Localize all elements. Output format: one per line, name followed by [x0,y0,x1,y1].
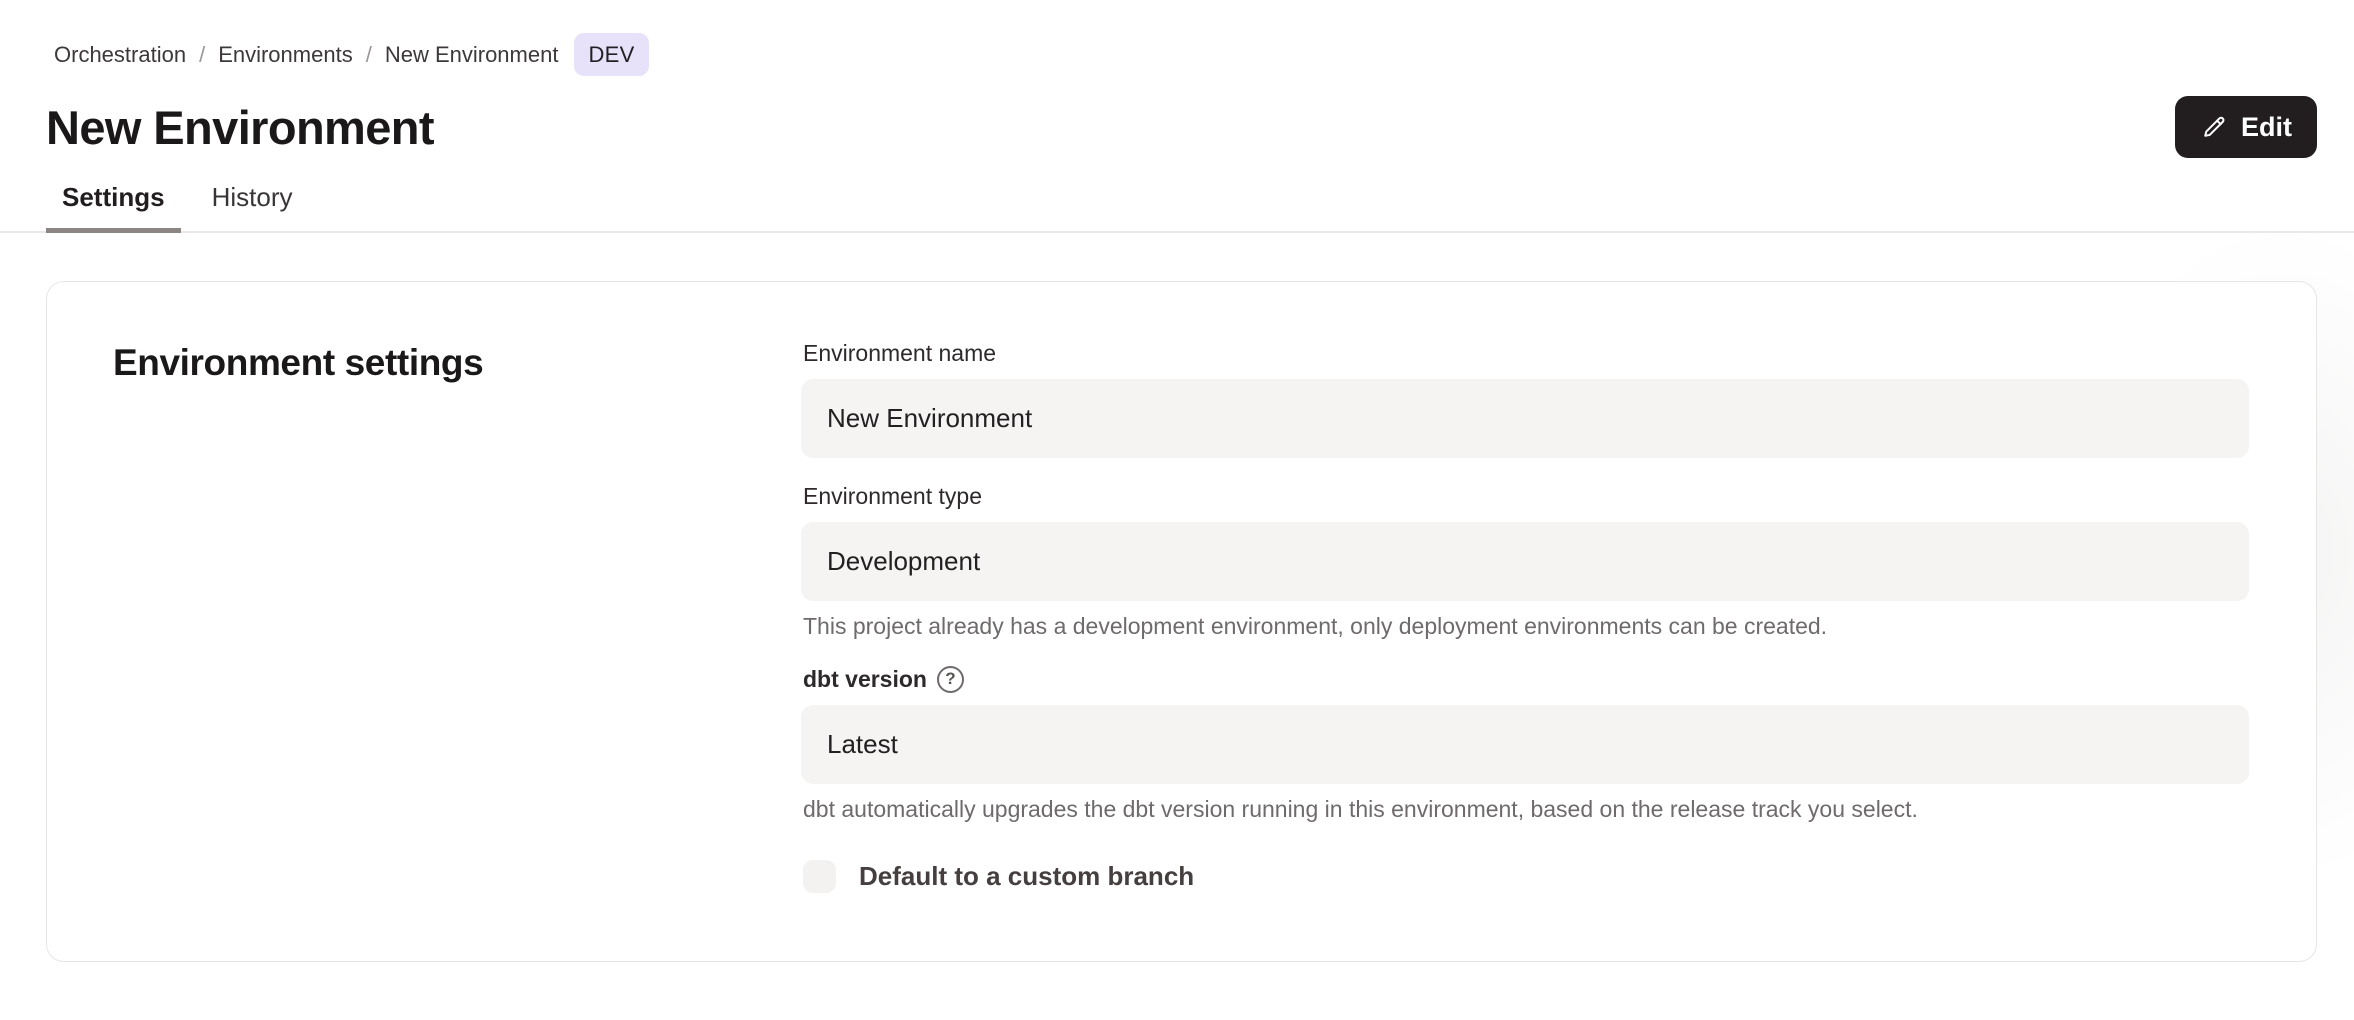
custom-branch-label: Default to a custom branch [859,861,1194,892]
edit-button[interactable]: Edit [2175,96,2317,158]
dev-environment-badge: DEV [574,33,648,76]
custom-branch-row: Default to a custom branch [801,860,2249,893]
environment-type-label: Environment type [803,483,2249,510]
tab-bar: Settings History [0,182,2354,233]
settings-form: Environment name New Environment Environ… [801,340,2249,897]
environment-name-label: Environment name [803,340,2249,367]
environment-type-helper-text: This project already has a development e… [803,612,2249,641]
custom-branch-checkbox[interactable] [803,860,836,893]
pencil-icon [2200,113,2228,141]
environment-type-field: Environment type Development This projec… [801,483,2249,641]
breadcrumb: Orchestration / Environments / New Envir… [54,33,2317,76]
dbt-version-label: dbt version ? [803,666,2249,693]
tab-settings[interactable]: Settings [46,182,181,231]
breadcrumb-item-environments[interactable]: Environments [218,42,353,68]
breadcrumb-item-new-environment[interactable]: New Environment [385,42,559,68]
breadcrumb-separator: / [366,42,372,68]
environment-name-input[interactable]: New Environment [801,379,2249,458]
environment-name-field: Environment name New Environment [801,340,2249,458]
breadcrumb-separator: / [199,42,205,68]
dbt-version-select[interactable]: Latest [801,705,2249,784]
page-header: New Environment Edit [46,96,2317,158]
section-heading: Environment settings [113,342,801,384]
edit-button-label: Edit [2241,112,2292,143]
dbt-version-field: dbt version ? Latest dbt automatically u… [801,666,2249,824]
breadcrumb-item-orchestration[interactable]: Orchestration [54,42,186,68]
page-title: New Environment [46,100,434,155]
question-mark-circle-icon[interactable]: ? [937,666,964,693]
environment-settings-card: Environment settings Environment name Ne… [46,281,2317,962]
tab-history[interactable]: History [196,182,309,231]
environment-type-select[interactable]: Development [801,522,2249,601]
dbt-version-label-text: dbt version [803,666,927,693]
dbt-version-helper-text: dbt automatically upgrades the dbt versi… [803,795,2249,824]
